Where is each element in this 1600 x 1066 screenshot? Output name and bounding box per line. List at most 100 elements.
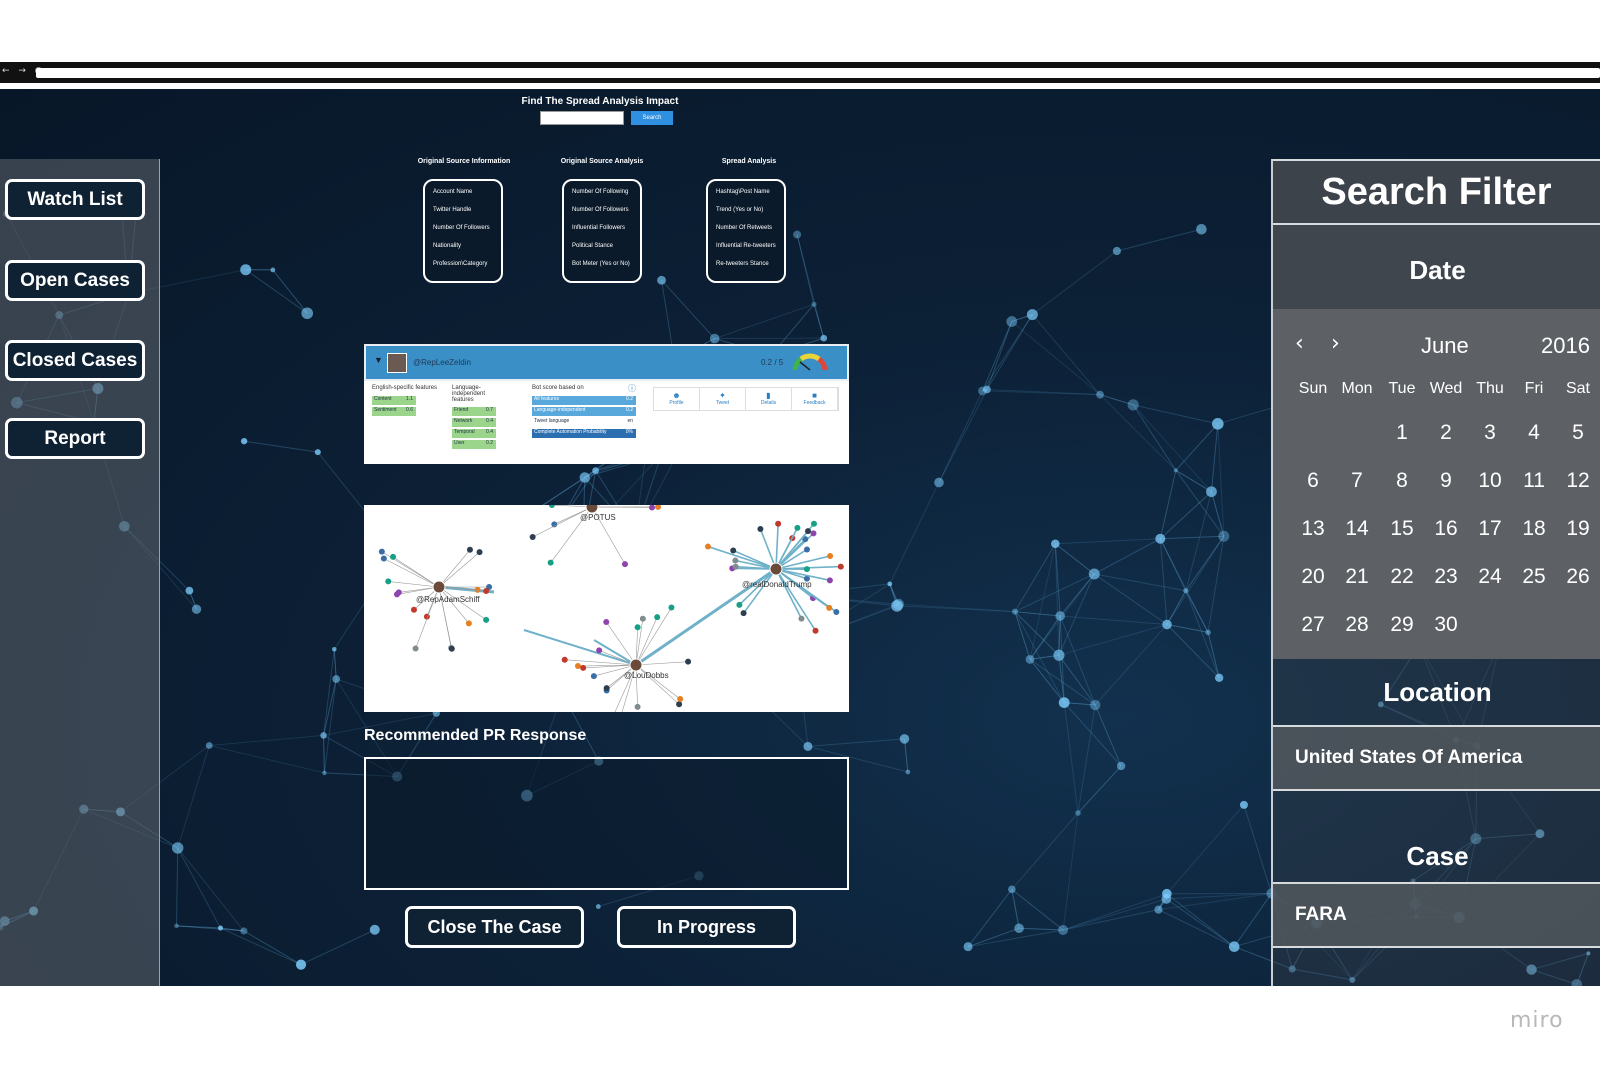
graph-node[interactable] [412, 645, 419, 652]
graph-node[interactable] [483, 616, 490, 623]
graph-node[interactable] [634, 624, 641, 631]
graph-hub-node[interactable] [432, 580, 446, 594]
graph-node[interactable] [798, 615, 805, 622]
graph-node[interactable] [580, 664, 587, 671]
location-field[interactable]: United States Of America [1273, 725, 1600, 791]
graph-node[interactable] [677, 695, 684, 702]
graph-node[interactable] [812, 627, 819, 634]
graph-node[interactable] [548, 505, 555, 509]
closed-cases-button[interactable]: Closed Cases [5, 340, 145, 381]
in-progress-button[interactable]: In Progress [617, 906, 796, 948]
calendar-day[interactable]: 22 [1382, 565, 1422, 589]
graph-node[interactable] [465, 620, 472, 627]
calendar-day[interactable]: 13 [1293, 517, 1333, 541]
graph-node[interactable] [574, 663, 581, 670]
graph-node[interactable] [803, 566, 810, 573]
graph-node[interactable] [810, 520, 817, 527]
graph-hub-node[interactable] [585, 505, 599, 514]
graph-node[interactable] [551, 521, 558, 528]
report-button[interactable]: Report [5, 418, 145, 459]
graph-node[interactable] [561, 656, 568, 663]
graph-node[interactable] [826, 604, 833, 611]
graph-node[interactable] [794, 524, 801, 531]
calendar-day[interactable]: 18 [1514, 517, 1554, 541]
graph-node[interactable] [603, 619, 610, 626]
calendar-day[interactable]: 16 [1426, 517, 1466, 541]
calendar-year[interactable]: 2016 [1541, 333, 1590, 359]
calendar-day[interactable]: 23 [1426, 565, 1466, 589]
graph-node[interactable] [805, 528, 812, 535]
graph-node[interactable] [803, 546, 810, 553]
graph-node[interactable] [547, 559, 554, 566]
graph-node[interactable] [826, 577, 833, 584]
graph-node[interactable] [448, 645, 455, 652]
calendar-day[interactable]: 14 [1337, 517, 1377, 541]
close-case-button[interactable]: Close The Case [405, 906, 584, 948]
calendar-day[interactable]: 30 [1426, 613, 1466, 637]
watch-list-button[interactable]: Watch List [5, 179, 145, 220]
graph-node[interactable] [634, 703, 641, 710]
pr-response-textarea[interactable] [364, 757, 849, 890]
graph-node[interactable] [378, 548, 385, 555]
calendar-day[interactable]: 11 [1514, 469, 1554, 493]
calendar-day[interactable]: 5 [1558, 421, 1598, 445]
chevron-down-icon[interactable]: ▼ [374, 355, 383, 365]
graph-node[interactable] [676, 701, 683, 708]
calendar-day[interactable]: 3 [1470, 421, 1510, 445]
calendar-day[interactable]: 28 [1337, 613, 1377, 637]
calendar-day[interactable]: 17 [1470, 517, 1510, 541]
help-icon[interactable]: ⓘ [628, 383, 636, 394]
graph-hub-node[interactable] [769, 562, 783, 576]
retweet-network-graph[interactable]: @RepAdamSchiff @POTUS @realDonaldTrump @… [364, 505, 849, 712]
search-button[interactable]: Search [631, 111, 673, 125]
open-cases-button[interactable]: Open Cases [5, 260, 145, 301]
tab-details[interactable]: ▮ Details [746, 388, 792, 410]
graph-node[interactable] [685, 658, 692, 665]
calendar-day[interactable]: 25 [1514, 565, 1554, 589]
calendar-day[interactable]: 9 [1426, 469, 1466, 493]
calendar-day[interactable]: 19 [1558, 517, 1598, 541]
graph-node[interactable] [385, 578, 392, 585]
calendar-day[interactable]: 2 [1426, 421, 1466, 445]
graph-node[interactable] [837, 563, 844, 570]
chevron-right-icon[interactable]: › [1331, 331, 1340, 356]
graph-node[interactable] [810, 530, 817, 537]
calendar-day[interactable]: 7 [1337, 469, 1377, 493]
graph-node[interactable] [655, 505, 662, 510]
tab-profile[interactable]: ☻ Profile [654, 388, 700, 410]
graph-node[interactable] [410, 606, 417, 613]
graph-node[interactable] [603, 685, 610, 692]
graph-node[interactable] [590, 673, 597, 680]
calendar-day[interactable]: 4 [1514, 421, 1554, 445]
graph-hub-node[interactable] [629, 658, 643, 672]
graph-node[interactable] [775, 520, 782, 527]
graph-node[interactable] [736, 601, 743, 608]
graph-node[interactable] [732, 563, 739, 570]
graph-node[interactable] [483, 588, 490, 595]
tab-tweet[interactable]: ✦ Tweet [700, 388, 746, 410]
calendar-day[interactable]: 6 [1293, 469, 1333, 493]
case-field[interactable]: FARA [1273, 882, 1600, 948]
graph-node[interactable] [654, 614, 661, 621]
graph-node[interactable] [648, 505, 655, 511]
graph-node[interactable] [740, 610, 747, 617]
calendar-day[interactable]: 1 [1382, 421, 1422, 445]
graph-node[interactable] [668, 604, 675, 611]
graph-node[interactable] [704, 543, 711, 550]
address-bar[interactable] [36, 68, 1600, 78]
calendar-day[interactable]: 26 [1558, 565, 1598, 589]
calendar-day[interactable]: 8 [1382, 469, 1422, 493]
graph-node[interactable] [827, 553, 834, 560]
calendar-day[interactable]: 15 [1382, 517, 1422, 541]
graph-node[interactable] [529, 534, 536, 541]
graph-node[interactable] [732, 557, 739, 564]
graph-node[interactable] [621, 561, 628, 568]
tab-feedback[interactable]: ■ Feedback [792, 388, 838, 410]
graph-node[interactable] [466, 546, 473, 553]
graph-node[interactable] [390, 553, 397, 560]
calendar-day[interactable]: 21 [1337, 565, 1377, 589]
graph-node[interactable] [395, 589, 402, 596]
account-handle[interactable]: @RepLeeZeldin [413, 358, 471, 367]
graph-node[interactable] [757, 525, 764, 532]
calendar-day[interactable]: 27 [1293, 613, 1333, 637]
